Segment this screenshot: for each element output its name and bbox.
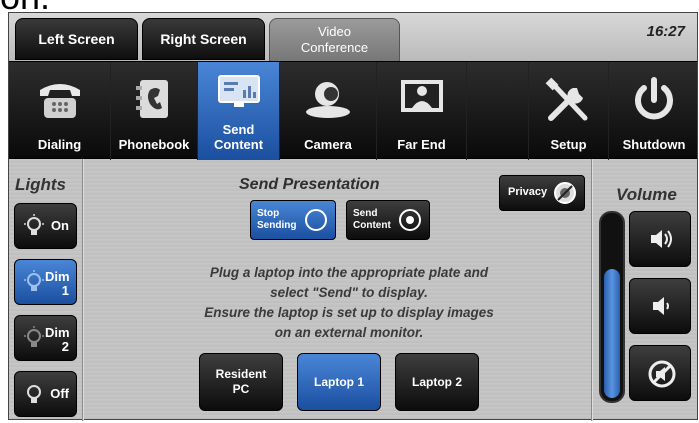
tab-video-conference[interactable]: Video Conference	[269, 18, 400, 62]
nav-dialing-button[interactable]: Dialing	[9, 62, 111, 160]
far-end-icon	[400, 80, 443, 112]
send-content-button[interactable]: Send Content	[346, 200, 430, 240]
nav-far-end-button[interactable]: Far End	[377, 62, 467, 160]
tab-left-screen[interactable]: Left Screen	[15, 18, 138, 60]
nav-empty-slot	[467, 62, 529, 160]
divider	[591, 159, 593, 421]
instructions-text: Plug a laptop into the appropriate plate…	[159, 263, 539, 343]
touch-panel: Left Screen Right Screen Video Conferenc…	[8, 12, 699, 421]
volume-level-bar[interactable]	[599, 211, 625, 403]
nav-shutdown-button[interactable]: Shutdown	[609, 62, 699, 160]
tab-bar: Left Screen Right Screen Video Conferenc…	[9, 13, 697, 63]
source-label: Resident PC	[215, 367, 267, 396]
phonebook-icon	[136, 80, 168, 118]
source-resident-pc-button[interactable]: Resident PC	[199, 353, 283, 411]
light-dim2-button[interactable]: Dim 2	[14, 315, 77, 361]
phone-icon	[39, 84, 80, 118]
clock: 16:27	[646, 23, 685, 40]
source-label: Laptop 2	[412, 374, 462, 389]
privacy-camera-off-icon	[554, 182, 576, 204]
mute-icon	[648, 360, 676, 388]
lights-title: Lights	[15, 175, 66, 194]
stop-circle-icon	[305, 209, 327, 231]
volume-title: Volume	[616, 185, 677, 204]
bulb-icon	[24, 214, 44, 235]
nav-label: Send Content	[213, 122, 264, 152]
instruction-line: select "Send" to display.	[270, 285, 428, 300]
light-label: Dim 2	[45, 325, 70, 354]
stop-sending-button[interactable]: Stop Sending	[250, 200, 336, 240]
tab-right-screen[interactable]: Right Screen	[142, 18, 265, 60]
power-icon	[635, 77, 673, 120]
send-content-icon	[217, 75, 260, 107]
volume-up-icon	[651, 230, 672, 248]
privacy-label: Privacy	[508, 186, 548, 198]
nav-setup-button[interactable]: Setup	[529, 62, 609, 160]
mute-button[interactable]	[629, 345, 691, 401]
bulb-icon	[24, 326, 44, 347]
source-laptop1-button[interactable]: Laptop 1	[297, 353, 381, 411]
send-content-label: Send Content	[353, 208, 391, 231]
nav-label: Dialing	[37, 137, 82, 152]
light-label: On	[50, 218, 69, 233]
divider	[82, 159, 84, 421]
instruction-line: Plug a laptop into the appropriate plate…	[209, 265, 489, 280]
nav-row: Dialing Phonebook Send Content Camera Fa…	[9, 61, 699, 160]
nav-phonebook-button[interactable]: Phonebook	[111, 62, 198, 160]
instruction-line: on an external monitor.	[274, 325, 424, 340]
light-dim1-button[interactable]: Dim 1	[14, 259, 77, 305]
camera-icon	[306, 82, 350, 118]
stop-sending-label: Stop Sending	[257, 208, 297, 231]
tab-label: Right Screen	[160, 31, 247, 47]
nav-camera-button[interactable]: Camera	[280, 62, 377, 160]
nav-label: Phonebook	[118, 137, 190, 152]
nav-label: Setup	[550, 137, 587, 152]
nav-label: Camera	[304, 137, 352, 152]
tab-label: Video Conference	[300, 24, 369, 55]
setup-tools-icon	[545, 77, 587, 121]
nav-send-content-button[interactable]: Send Content	[198, 62, 280, 160]
source-laptop2-button[interactable]: Laptop 2	[395, 353, 479, 411]
volume-up-button[interactable]	[629, 211, 691, 267]
nav-label: Shutdown	[622, 137, 686, 152]
bulb-icon	[24, 270, 44, 291]
nav-label: Far End	[397, 137, 446, 152]
volume-down-icon	[653, 297, 669, 315]
volume-down-button[interactable]	[629, 278, 691, 334]
tab-label: Left Screen	[38, 31, 115, 47]
bulb-icon	[27, 385, 41, 403]
light-label: Off	[50, 386, 69, 401]
light-label: Dim 1	[45, 269, 70, 298]
source-label: Laptop 1	[314, 374, 364, 389]
instruction-line: Ensure the laptop is set up to display i…	[204, 305, 494, 320]
record-circle-icon	[399, 209, 421, 231]
volume-level-fill	[604, 268, 620, 398]
privacy-button[interactable]: Privacy	[499, 175, 585, 211]
light-on-button[interactable]: On	[14, 203, 77, 249]
light-off-button[interactable]: Off	[14, 371, 77, 417]
send-presentation-title: Send Presentation	[239, 176, 380, 193]
